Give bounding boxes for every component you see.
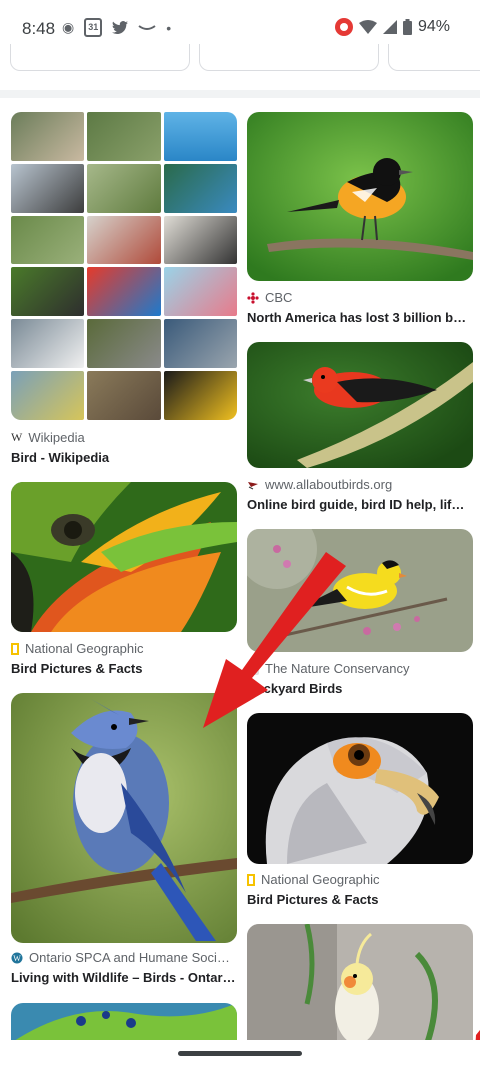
peacock-feather-photo (11, 1003, 237, 1043)
result-source[interactable]: The Nature Conservancy (247, 661, 410, 676)
result-image[interactable] (11, 482, 237, 632)
image-result-card[interactable]: The Nature Conservancy Backyard Birds (247, 529, 473, 699)
image-result-card[interactable]: National Geographic Bird Pictures & Fact… (247, 713, 473, 911)
image-result-card[interactable]: www.allaboutbirds.org Online bird guide,… (247, 342, 473, 517)
more-notifications-dot-icon: • (166, 19, 172, 36)
result-source[interactable]: www.allaboutbirds.org (247, 477, 392, 492)
result-image[interactable] (11, 112, 237, 420)
amazon-icon (138, 24, 156, 30)
result-source[interactable]: W Wikipedia (11, 430, 85, 445)
result-image[interactable] (247, 924, 473, 1044)
secretary-bird-photo (247, 713, 473, 864)
result-source[interactable]: W Ontario SPCA and Humane Soci… (11, 950, 229, 965)
result-title[interactable]: Bird Pictures & Facts (247, 892, 467, 907)
filter-chip[interactable] (199, 44, 379, 71)
home-gesture-handle[interactable] (178, 1051, 302, 1056)
filter-chips-row (0, 44, 480, 72)
battery-icon (402, 19, 412, 35)
natgeo-icon (247, 873, 255, 886)
image-result-card[interactable]: CBC North America has lost 3 billion bir… (247, 112, 473, 328)
result-image[interactable] (11, 1003, 237, 1043)
svg-text:W: W (13, 954, 21, 963)
wordpress-icon: W (11, 952, 23, 963)
screen-record-icon (334, 18, 353, 36)
gesture-nav-bar (0, 1040, 480, 1067)
natgeo-icon (11, 642, 19, 655)
wifi-icon (358, 20, 377, 34)
image-result-card[interactable] (11, 1003, 237, 1043)
nature-conservancy-icon (247, 662, 259, 675)
bird-mosaic-image (11, 112, 237, 420)
result-source[interactable]: National Geographic (11, 641, 144, 656)
result-image[interactable] (11, 693, 237, 943)
result-title[interactable]: North America has lost 3 billion bir… (247, 310, 467, 325)
image-result-card[interactable]: W Wikipedia Bird - Wikipedia (11, 112, 237, 472)
result-image[interactable] (247, 529, 473, 652)
result-title[interactable]: Backyard Birds (247, 681, 467, 696)
result-title[interactable]: Living with Wildlife – Birds - Ontari… (11, 970, 237, 985)
record-notification-icon: ◉ (62, 19, 75, 35)
result-source[interactable]: National Geographic (247, 872, 380, 887)
tanager-photo (247, 342, 473, 468)
feathers-closeup-photo (11, 482, 237, 632)
result-title[interactable]: Bird - Wikipedia (11, 450, 237, 465)
result-title[interactable]: Online bird guide, bird ID help, life … (247, 497, 467, 512)
image-result-card[interactable]: National Geographic Bird Pictures & Fact… (11, 482, 237, 678)
image-result-card[interactable] (247, 924, 473, 1044)
section-divider (0, 90, 480, 98)
goldfinch-photo (247, 529, 473, 652)
filter-chip[interactable] (388, 44, 480, 71)
status-time: 8:48 (22, 19, 56, 38)
cbc-icon (247, 291, 259, 304)
result-title[interactable]: Bird Pictures & Facts (11, 661, 237, 676)
wikipedia-icon: W (11, 430, 23, 444)
oriole-photo (247, 112, 473, 281)
calendar-icon: 31 (84, 18, 103, 37)
filter-chip[interactable] (10, 44, 190, 71)
blue-jay-photo (11, 693, 237, 943)
image-result-card[interactable]: W Ontario SPCA and Humane Soci… Living w… (11, 693, 237, 993)
result-image[interactable] (247, 342, 473, 468)
notification-icons: ◉ 31 • (62, 18, 171, 37)
result-image[interactable] (247, 713, 473, 864)
twitter-icon (112, 20, 129, 34)
cockatiel-photo (247, 924, 473, 1044)
result-source[interactable]: CBC (247, 290, 292, 305)
signal-icon (382, 20, 397, 34)
allaboutbirds-icon (248, 481, 258, 489)
result-image[interactable] (247, 112, 473, 281)
system-icons: 94% (334, 18, 450, 36)
battery-percent: 94% (417, 18, 450, 35)
